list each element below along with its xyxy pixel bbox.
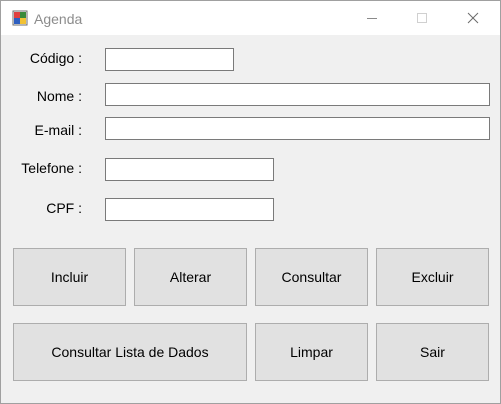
incluir-button[interactable]: Incluir [13, 248, 126, 306]
alterar-button[interactable]: Alterar [134, 248, 247, 306]
nome-label: Nome : [36, 88, 82, 104]
telefone-label: Telefone : [21, 160, 82, 176]
codigo-label: Código : [29, 50, 82, 66]
agenda-window: Agenda Código : Nome : E-mail : Telefone… [0, 0, 501, 404]
sair-button[interactable]: Sair [376, 323, 489, 381]
maximize-button[interactable] [399, 1, 445, 35]
nome-input[interactable] [105, 83, 490, 106]
excluir-button[interactable]: Excluir [376, 248, 489, 306]
email-label: E-mail : [34, 122, 82, 138]
cpf-input[interactable] [105, 198, 274, 221]
consultar-lista-button[interactable]: Consultar Lista de Dados [13, 323, 247, 381]
consultar-button[interactable]: Consultar [255, 248, 368, 306]
close-icon [467, 12, 479, 24]
window-title: Agenda [34, 11, 83, 27]
cpf-label: CPF : [46, 200, 82, 216]
email-input[interactable] [105, 117, 490, 140]
app-icon [12, 10, 28, 26]
minimize-button[interactable] [349, 1, 395, 35]
form-client-area: Código : Nome : E-mail : Telefone : CPF … [1, 35, 500, 403]
maximize-icon [417, 13, 427, 23]
title-bar[interactable]: Agenda [1, 1, 500, 35]
close-button[interactable] [450, 1, 496, 35]
telefone-input[interactable] [105, 158, 274, 181]
minimize-icon [367, 18, 377, 19]
codigo-input[interactable] [105, 48, 234, 71]
limpar-button[interactable]: Limpar [255, 323, 368, 381]
